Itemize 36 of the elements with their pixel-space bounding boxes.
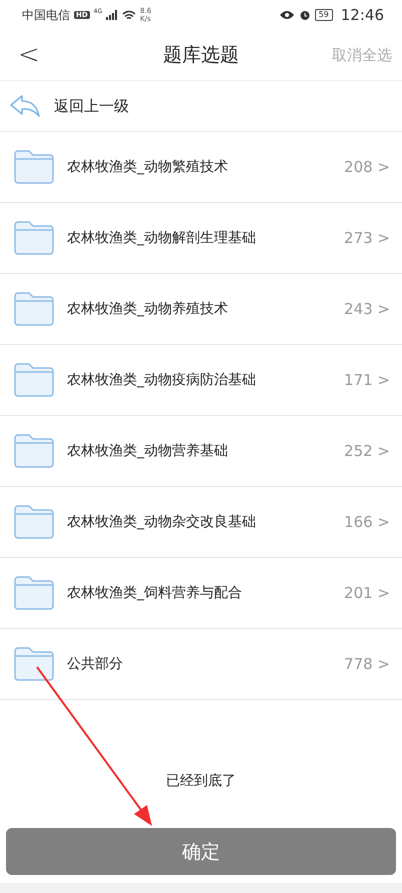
- folder-icon: [14, 363, 54, 397]
- folder-name[interactable]: 农林牧渔类_动物养殖技术: [67, 300, 344, 318]
- folder-icon: [14, 576, 54, 610]
- eye-icon: [278, 10, 295, 20]
- folder-name[interactable]: 农林牧渔类_动物杂交改良基础: [67, 513, 344, 531]
- question-count: 252 >: [344, 442, 390, 460]
- question-count: 166 >: [344, 513, 390, 531]
- go-up-link[interactable]: 返回上一级: [54, 96, 129, 116]
- battery-level: 59: [314, 9, 333, 21]
- folder-icon: [14, 647, 54, 681]
- folder-icon: [14, 434, 54, 468]
- folder-name[interactable]: 农林牧渔类_动物疫病防治基础: [67, 371, 344, 389]
- folder-icon: [14, 505, 54, 539]
- folder-icon: [14, 292, 54, 326]
- wifi-icon: [122, 10, 136, 20]
- question-count: 778 >: [344, 655, 390, 673]
- reply-arrow-icon: [10, 95, 40, 117]
- folder-name[interactable]: 农林牧渔类_动物解剖生理基础: [67, 229, 344, 247]
- folder-icon: [14, 150, 54, 184]
- end-of-list-note: 已经到底了: [166, 772, 236, 790]
- question-count: 201 >: [344, 584, 390, 602]
- carrier-name: 中国电信: [22, 6, 70, 24]
- folder-name[interactable]: 公共部分: [67, 655, 344, 673]
- folder-name[interactable]: 农林牧渔类_动物繁殖技术: [67, 158, 344, 176]
- folder-icon: [14, 221, 54, 255]
- question-count: 243 >: [344, 300, 390, 318]
- back-button[interactable]: <: [12, 40, 46, 70]
- folder-name[interactable]: 农林牧渔类_饲料营养与配合: [67, 584, 344, 602]
- question-count: 208 >: [344, 158, 390, 176]
- signal-icon: [106, 10, 118, 20]
- question-count: 273 >: [344, 229, 390, 247]
- clock-time: 12:46: [340, 6, 384, 24]
- question-count: 171 >: [344, 371, 390, 389]
- folder-name[interactable]: 农林牧渔类_动物营养基础: [67, 442, 344, 460]
- page-title: 题库选题: [163, 43, 239, 68]
- alarm-icon: [298, 9, 311, 21]
